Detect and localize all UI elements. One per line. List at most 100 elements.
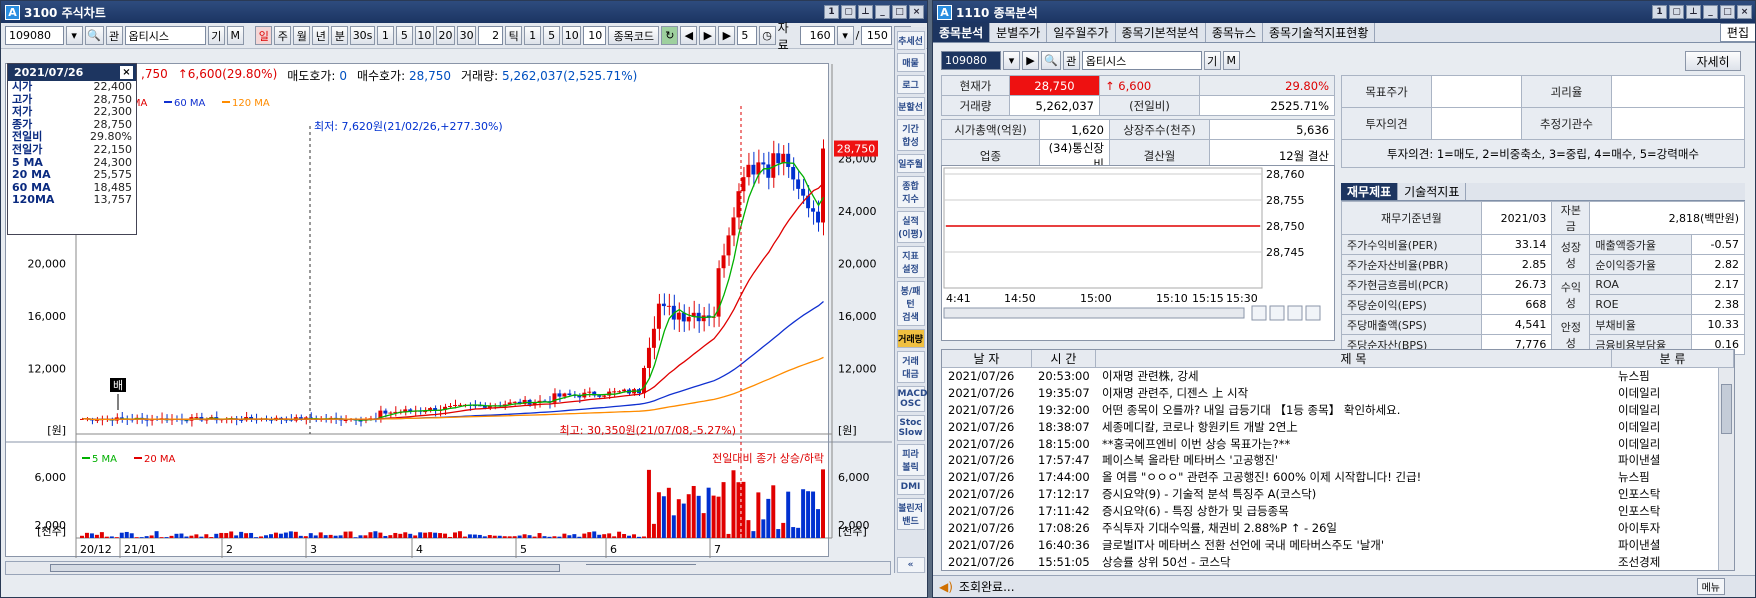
link-icon[interactable]: 1 xyxy=(824,5,839,19)
news-scroll-thumb[interactable] xyxy=(1721,384,1732,434)
copy-icon[interactable]: ▢ xyxy=(841,5,856,19)
zoom-slider[interactable] xyxy=(586,564,696,572)
news-col-date[interactable]: 날 자 xyxy=(942,350,1032,367)
analysis-code-input[interactable]: 109080 xyxy=(941,51,1001,70)
close-icon[interactable]: × xyxy=(909,5,924,19)
pin-icon[interactable]: ⊥ xyxy=(858,5,873,19)
next-icon[interactable]: ▶ xyxy=(718,26,736,45)
news-row[interactable]: 2021/07/26 17:44:00 올 여름 "ㅇㅇㅇ" 관련주 고공행진! 6… xyxy=(942,469,1734,486)
period-month[interactable]: 월 xyxy=(293,26,311,45)
news-col-time[interactable]: 시 간 xyxy=(1032,350,1096,367)
ohlc-popup[interactable]: 2021/07/26 × 시가 22,400 고가 28,750 저가 22,300 종가 2… xyxy=(7,63,137,235)
scroll-thumb[interactable] xyxy=(50,564,560,572)
news-row[interactable]: 2021/07/26 18:15:00 **홍국에프엔비 이번 상승 목표가는?**… xyxy=(942,436,1734,453)
side-button-7[interactable]: 실적 (이평) xyxy=(896,211,925,243)
side-button-0[interactable]: 추세선 xyxy=(896,31,925,50)
link-icon[interactable]: 1 xyxy=(1652,5,1667,19)
analysis-gi-button[interactable]: 기 xyxy=(1203,51,1221,70)
price-chart[interactable]: 20 MA60 MA120 MA5 MA20 MA전일대비 종가 상승/하락20… xyxy=(6,64,892,558)
analysis-m-button[interactable]: M xyxy=(1222,51,1240,70)
period-30s[interactable]: 30s xyxy=(350,26,375,45)
clock-icon[interactable]: ◷ xyxy=(758,26,776,45)
news-row[interactable]: 2021/07/26 15:51:05 상승률 상위 50선 - 코스닥 조선경제 xyxy=(942,554,1734,570)
side-button-1[interactable]: 매물 xyxy=(896,53,925,72)
search-button[interactable]: 🔍 xyxy=(84,26,104,45)
news-col-source[interactable]: 분 류 xyxy=(1612,350,1734,367)
tab-technical-indicator[interactable]: 기술적지표 xyxy=(1398,183,1467,200)
period-5[interactable]: 5 xyxy=(395,26,413,45)
tab-fundamental[interactable]: 종목기본적분석 xyxy=(1116,23,1206,42)
news-row[interactable]: 2021/07/26 17:57:47 페이스북 올라탄 메타버스 '고공행진' 파이… xyxy=(942,452,1734,469)
news-row[interactable]: 2021/07/26 20:53:00 이재명 관련株, 강세 뉴스핌 xyxy=(942,368,1734,385)
side-button-4[interactable]: 기간 합성 xyxy=(896,119,925,151)
zoom-fit-icon[interactable] xyxy=(1269,305,1285,321)
period-minute[interactable]: 분 xyxy=(331,26,349,45)
zoom-out-icon[interactable] xyxy=(1305,305,1321,321)
code-dropdown[interactable]: ▾ xyxy=(65,26,83,45)
news-row[interactable]: 2021/07/26 19:35:07 이재명 관련주, 디젠스 上 시작 이데일리 xyxy=(942,385,1734,402)
side-button-13[interactable]: Stoc Slow xyxy=(896,415,925,441)
popup-close-icon[interactable]: × xyxy=(120,66,133,79)
edit-button[interactable]: 편집 xyxy=(1719,23,1755,42)
side-button-2[interactable]: 로그 xyxy=(896,75,925,94)
refresh-icon[interactable]: ↻ xyxy=(661,26,679,45)
collapse-button[interactable]: « xyxy=(896,557,925,573)
side-button-16[interactable]: 볼린저 밴드 xyxy=(896,498,925,530)
side-button-3[interactable]: 분할선 xyxy=(896,97,925,116)
tab-technical[interactable]: 종목기술적지표현황 xyxy=(1263,23,1376,42)
side-button-6[interactable]: 종합 지수 xyxy=(896,176,925,208)
side-button-14[interactable]: 피라 볼릭 xyxy=(896,444,925,476)
data-count-dropdown[interactable]: ▾ xyxy=(836,26,854,45)
data-count-input[interactable]: 160 xyxy=(800,26,835,45)
analysis-play-icon[interactable]: ▶ xyxy=(1022,51,1039,70)
news-row[interactable]: 2021/07/26 16:40:36 글로벌IT사 메타버스 전환 선언에 국내 … xyxy=(942,537,1734,554)
side-button-9[interactable]: 봉/패턴 검색 xyxy=(896,281,925,326)
period-20[interactable]: 20 xyxy=(435,26,456,45)
copy-icon[interactable]: ▢ xyxy=(1669,5,1684,19)
kwan-button[interactable]: 관 xyxy=(105,26,123,45)
analysis-code-dropdown[interactable]: ▾ xyxy=(1003,51,1020,70)
news-col-title[interactable]: 제 목 xyxy=(1096,350,1612,367)
news-row[interactable]: 2021/07/26 19:32:00 어떤 종목이 오를까? 내일 급등기대 【1… xyxy=(942,402,1734,419)
news-row[interactable]: 2021/07/26 18:38:07 세종메디칼, 코로나 항원키트 개발 2연上… xyxy=(942,419,1734,436)
zoom-in-icon[interactable] xyxy=(1287,305,1303,321)
code-input[interactable]: 109080 xyxy=(5,26,64,45)
side-button-5[interactable]: 일주월 xyxy=(896,154,925,173)
zoom-full-icon[interactable] xyxy=(1251,305,1267,321)
maximize-icon[interactable]: □ xyxy=(1720,5,1735,19)
news-list[interactable]: 날 자 시 간 제 목 분 류 2021/07/26 20:53:00 이재명 관련… xyxy=(941,349,1735,571)
analysis-window-titlebar[interactable]: A 1110 종목분석 1 ▢ ⊥ _ □ × xyxy=(933,1,1755,23)
side-button-8[interactable]: 지표 설정 xyxy=(896,246,925,278)
side-button-11[interactable]: 거래 대금 xyxy=(896,351,925,383)
menu-button[interactable]: 메뉴 xyxy=(1696,578,1725,595)
gi-button[interactable]: 기 xyxy=(207,26,225,45)
news-row[interactable]: 2021/07/26 17:12:17 증시요약(9) - 기술적 분석 특징주 A… xyxy=(942,486,1734,503)
tab-financial[interactable]: 재무제표 xyxy=(1341,183,1399,200)
play-icon[interactable]: ▶ xyxy=(699,26,717,45)
tick-count-input[interactable]: 10 xyxy=(583,26,607,45)
tick-input[interactable]: 2 xyxy=(478,26,504,45)
tick-1[interactable]: 1 xyxy=(524,26,542,45)
news-row[interactable]: 2021/07/26 17:08:26 주식투자 기대수익률, 채권비 2.88%P… xyxy=(942,520,1734,537)
tick-10[interactable]: 10 xyxy=(562,26,582,45)
detail-button[interactable]: 자세히 xyxy=(1685,51,1741,71)
period-year[interactable]: 년 xyxy=(312,26,330,45)
minimize-icon[interactable]: _ xyxy=(1703,5,1718,19)
tab-stock-analysis[interactable]: 종목분석 xyxy=(933,23,991,42)
period-30[interactable]: 30 xyxy=(457,26,477,45)
m-button[interactable]: M xyxy=(226,26,244,45)
period-day[interactable]: 일 xyxy=(255,26,273,45)
tick-button[interactable]: 틱 xyxy=(505,26,523,45)
close-icon[interactable]: × xyxy=(1737,5,1752,19)
code-search-button[interactable]: 종목코드 xyxy=(608,26,660,45)
side-button-12[interactable]: MACD OSC xyxy=(896,386,928,412)
pin-icon[interactable]: ⊥ xyxy=(1686,5,1701,19)
prev-icon[interactable]: ◀ xyxy=(680,26,698,45)
period-10[interactable]: 10 xyxy=(414,26,434,45)
news-row[interactable]: 2021/07/26 17:11:42 증시요약(6) - 특징 상한가 및 급등종… xyxy=(942,503,1734,520)
tab-period-price[interactable]: 일주월주가 xyxy=(1047,23,1116,42)
side-button-10[interactable]: 거래량 xyxy=(896,329,925,348)
tab-news[interactable]: 종목뉴스 xyxy=(1206,23,1263,42)
analysis-search-icon[interactable]: 🔍 xyxy=(1041,51,1061,70)
period-1[interactable]: 1 xyxy=(376,26,394,45)
